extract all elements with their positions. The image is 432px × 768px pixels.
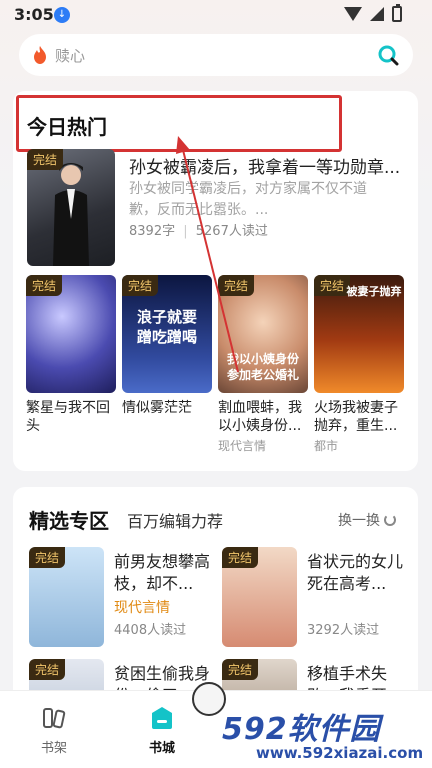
book-card[interactable]: 完结 浪子就要 蹭吃蹭喝 情似雾茫茫 bbox=[122, 275, 212, 435]
watermark-brand: 592软件园 bbox=[222, 712, 381, 747]
book-title[interactable]: 前男友想攀高枝，却不... bbox=[114, 551, 214, 595]
wifi-icon bbox=[344, 7, 362, 21]
status-badge: 完结 bbox=[222, 659, 259, 680]
cover-caption: 浪子就要 蹭吃蹭喝 bbox=[136, 308, 197, 346]
cover-caption: 我以小姨身份参加老公婚礼 bbox=[226, 352, 299, 382]
book-genre: 现代言情 bbox=[218, 439, 267, 453]
refresh-icon bbox=[384, 514, 396, 526]
book-cover[interactable]: 完结 bbox=[222, 547, 297, 647]
status-icons bbox=[344, 4, 402, 22]
status-badge: 完结 bbox=[27, 149, 64, 170]
book-genre: 都市 bbox=[314, 439, 339, 453]
book-card[interactable]: 完结 我以小姨身份参加老公婚礼 割血喂蚌，我以小姨身份... 现代言情 bbox=[218, 275, 308, 454]
picks-section-subtitle: 百万编辑力荐 bbox=[127, 512, 224, 531]
featured-book-meta: 8392字 | 5267人读过 bbox=[129, 224, 268, 239]
book-title[interactable]: 情似雾茫茫 bbox=[122, 399, 212, 435]
featured-book-desc: 孙女被同学霸凌后，对方家属不仅不道歉，反而无比嚣张。... bbox=[129, 181, 367, 218]
book-cover[interactable]: 完结 浪子就要 蹭吃蹭喝 bbox=[122, 275, 212, 393]
watermark-url: www.592xiazai.com bbox=[256, 744, 424, 762]
tab-bookstore[interactable]: 书城 bbox=[132, 705, 192, 756]
download-icon: ↓ bbox=[54, 7, 70, 23]
book-title[interactable]: 割血喂蚌，我以小姨身份... bbox=[218, 399, 308, 435]
book-title[interactable]: 繁星与我不回头 bbox=[26, 399, 116, 435]
book-card[interactable]: 完结 被妻子抛弃 火场我被妻子抛弃，重生... 都市 bbox=[314, 275, 404, 454]
search-input[interactable]: 赎心 bbox=[55, 45, 377, 66]
tab-label: 书架 bbox=[40, 741, 67, 756]
book-cover[interactable]: 完结 bbox=[26, 275, 116, 393]
mascot-icon bbox=[192, 682, 226, 716]
word-count: 8392字 bbox=[129, 224, 176, 239]
refresh-label: 换一换 bbox=[338, 513, 380, 529]
status-badge: 完结 bbox=[29, 659, 66, 680]
watermark: 592软件园 www.592xiazai.com bbox=[192, 682, 432, 768]
bookshelf-icon bbox=[43, 708, 66, 729]
hot-section-title: 今日热门 bbox=[27, 115, 107, 139]
read-count: 3292人读过 bbox=[307, 623, 380, 638]
bookstore-icon bbox=[152, 707, 172, 729]
picks-section-title: 精选专区 bbox=[29, 509, 109, 533]
book-cover[interactable]: 完结 bbox=[29, 547, 104, 647]
tab-bookshelf[interactable]: 书架 bbox=[24, 705, 84, 756]
pick-item[interactable]: 完结 前男友想攀高枝，却不... 现代言情 4408人读过 bbox=[29, 547, 210, 647]
signal-icon bbox=[370, 7, 384, 21]
cover-caption: 被妻子抛弃 bbox=[346, 285, 402, 298]
pick-item[interactable]: 完结 省状元的女儿死在高考... 3292人读过 bbox=[222, 547, 403, 647]
search-bar[interactable]: 赎心 bbox=[19, 34, 413, 76]
status-badge: 完结 bbox=[29, 547, 66, 568]
book-title[interactable]: 火场我被妻子抛弃，重生... bbox=[314, 399, 404, 435]
cover-illustration bbox=[53, 163, 89, 266]
book-genre: 现代言情 bbox=[114, 600, 170, 616]
book-title[interactable]: 省状元的女儿死在高考... bbox=[307, 551, 407, 595]
status-time: 3:05 bbox=[14, 5, 54, 24]
status-bar: 3:05 ↓ bbox=[0, 0, 432, 32]
featured-book-cover[interactable]: 完结 bbox=[27, 149, 115, 266]
book-cover[interactable]: 完结 被妻子抛弃 bbox=[314, 275, 404, 393]
book-cover[interactable]: 完结 我以小姨身份参加老公婚礼 bbox=[218, 275, 308, 393]
refresh-button[interactable]: 换一换 bbox=[338, 510, 396, 530]
read-count: 5267人读过 bbox=[195, 224, 268, 239]
read-count: 4408人读过 bbox=[114, 623, 187, 638]
flame-icon bbox=[34, 46, 46, 64]
tab-label: 书城 bbox=[148, 741, 175, 756]
status-badge: 完结 bbox=[26, 275, 63, 296]
status-badge: 完结 bbox=[222, 547, 259, 568]
status-badge: 完结 bbox=[122, 275, 159, 296]
featured-book-title[interactable]: 孙女被霸凌后，我拿着一等功勋章... bbox=[129, 153, 414, 178]
book-card[interactable]: 完结 繁星与我不回头 bbox=[26, 275, 116, 435]
battery-icon bbox=[392, 4, 402, 22]
status-badge: 完结 bbox=[218, 275, 255, 296]
search-icon[interactable] bbox=[377, 44, 399, 66]
